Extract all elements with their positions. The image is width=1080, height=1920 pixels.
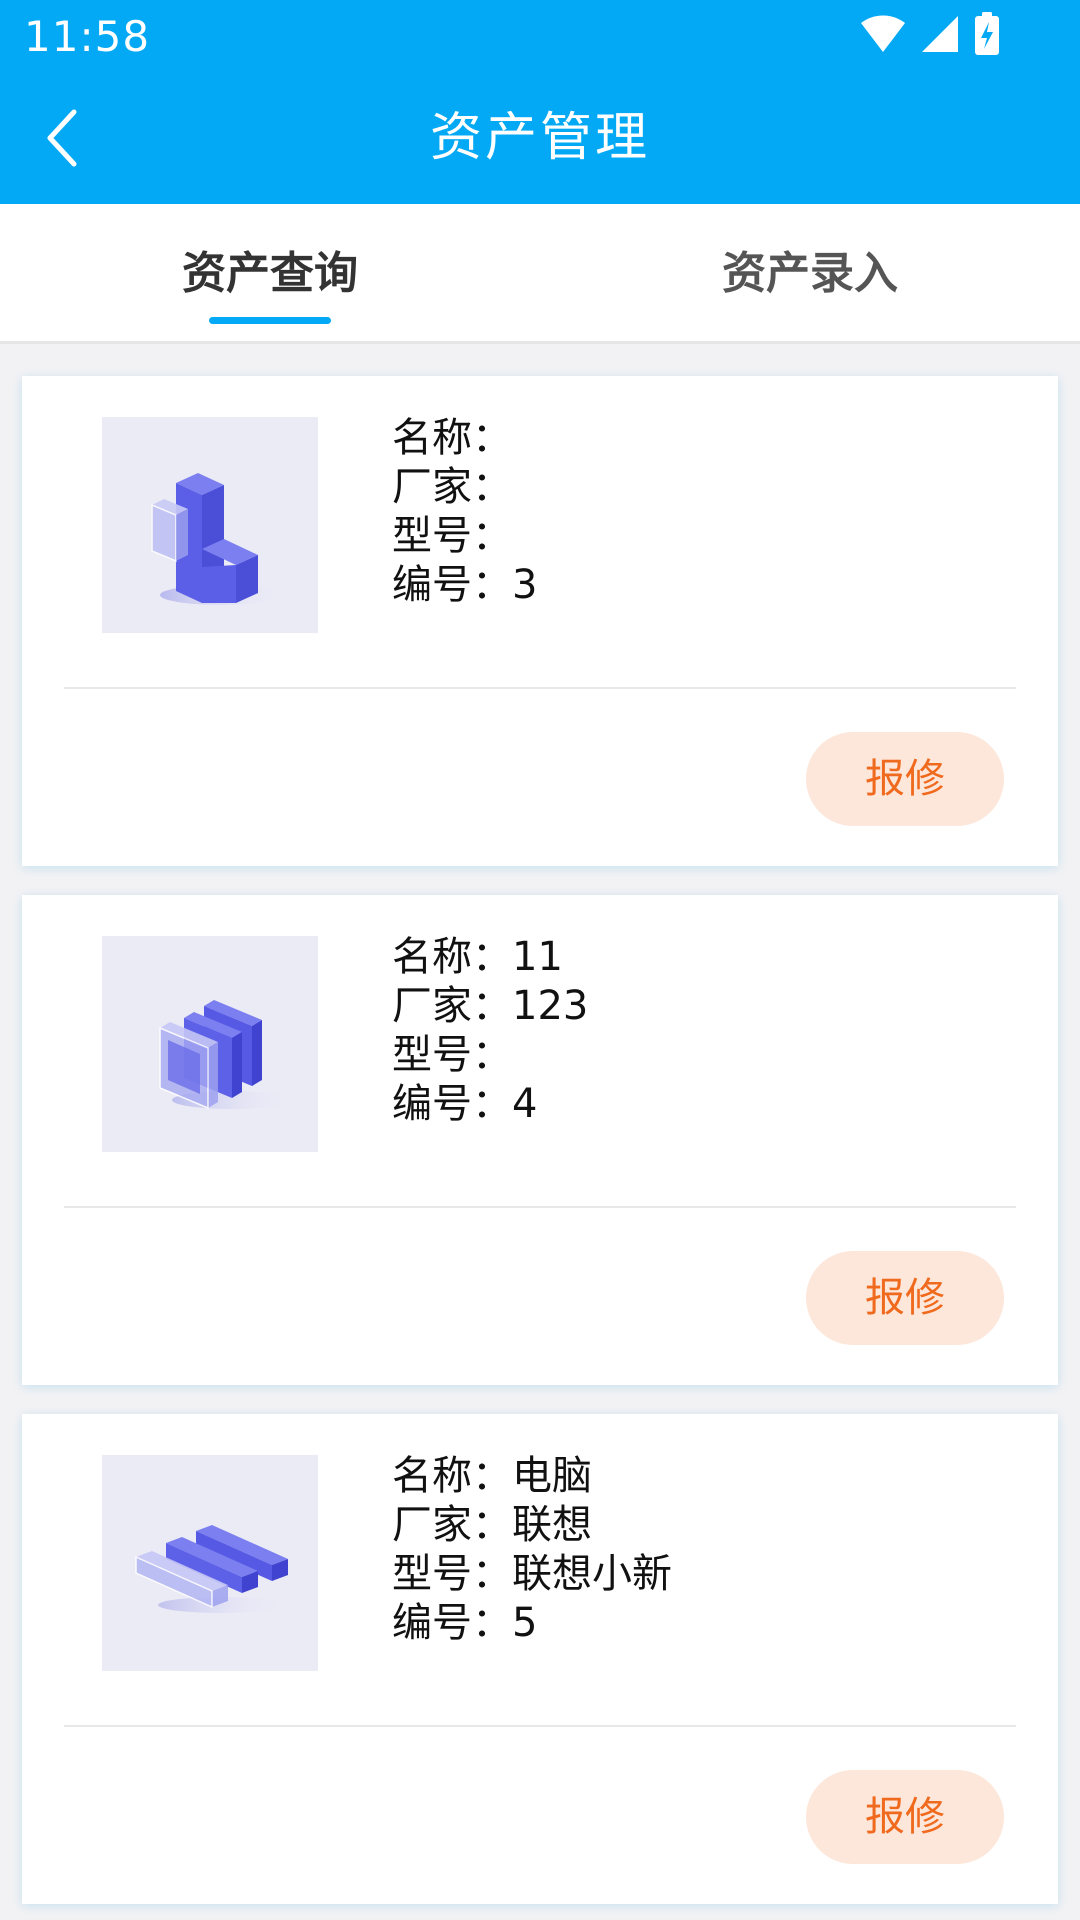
battery-charging-icon	[974, 12, 1000, 60]
asset-number-label: 编号：	[392, 1600, 512, 1646]
asset-maker-value: 联想	[512, 1502, 592, 1548]
asset-info: 名称：电脑 厂家：联想 型号：联想小新 编号：5	[392, 1452, 672, 1648]
asset-number-label: 编号：	[392, 562, 512, 608]
asset-info: 名称： 厂家： 型号： 编号：3	[392, 414, 537, 610]
asset-model-row: 型号：	[392, 512, 537, 561]
asset-model-label: 型号：	[392, 513, 512, 559]
tab-asset-entry[interactable]: 资产录入	[540, 204, 1080, 341]
abstract-3d-bars-icon	[102, 1455, 318, 1671]
asset-number-row: 编号：4	[392, 1080, 588, 1129]
asset-name-row: 名称：	[392, 414, 537, 463]
tab-bar: 资产查询 资产录入	[0, 204, 1080, 344]
asset-number-label: 编号：	[392, 1081, 512, 1127]
asset-name-row: 名称：11	[392, 933, 588, 982]
tab-label: 资产查询	[182, 248, 358, 299]
asset-maker-label: 厂家：	[392, 1502, 512, 1548]
divider	[64, 687, 1016, 689]
app-bar: 11:58 资产管理	[0, 0, 1080, 204]
divider	[64, 1725, 1016, 1727]
asset-model-row: 型号：联想小新	[392, 1550, 672, 1599]
asset-number-value: 5	[512, 1600, 538, 1646]
active-tab-indicator	[209, 317, 331, 324]
divider	[64, 1206, 1016, 1208]
repair-button[interactable]: 报修	[806, 1251, 1004, 1345]
tab-asset-query[interactable]: 资产查询	[0, 204, 540, 341]
asset-number-value: 3	[512, 562, 538, 608]
asset-maker-label: 厂家：	[392, 464, 512, 510]
abstract-3d-blocks-icon	[102, 417, 318, 633]
asset-name-value: 电脑	[512, 1453, 592, 1499]
cellular-signal-icon	[920, 14, 960, 58]
asset-name-value: 11	[512, 934, 563, 980]
asset-model-label: 型号：	[392, 1551, 512, 1597]
asset-model-row: 型号：	[392, 1031, 588, 1080]
asset-number-row: 编号：5	[392, 1599, 672, 1648]
asset-name-label: 名称：	[392, 415, 512, 461]
status-time: 11:58	[24, 12, 151, 61]
asset-card[interactable]: 名称：11 厂家：123 型号： 编号：4 报修	[22, 895, 1058, 1385]
asset-info: 名称：11 厂家：123 型号： 编号：4	[392, 933, 588, 1129]
asset-model-label: 型号：	[392, 1032, 512, 1078]
status-icons	[860, 12, 1000, 60]
asset-name-row: 名称：电脑	[392, 1452, 672, 1501]
asset-maker-row: 厂家：	[392, 463, 537, 512]
asset-name-label: 名称：	[392, 1453, 512, 1499]
asset-number-value: 4	[512, 1081, 538, 1127]
asset-maker-label: 厂家：	[392, 983, 512, 1029]
repair-button[interactable]: 报修	[806, 1770, 1004, 1864]
tab-label: 资产录入	[722, 248, 898, 299]
abstract-3d-panels-icon	[102, 936, 318, 1152]
asset-model-value: 联想小新	[512, 1551, 672, 1597]
asset-number-row: 编号：3	[392, 561, 537, 610]
asset-maker-row: 厂家：123	[392, 982, 588, 1031]
asset-name-label: 名称：	[392, 934, 512, 980]
asset-card[interactable]: 名称： 厂家： 型号： 编号：3 报修	[22, 376, 1058, 866]
asset-maker-value: 123	[512, 983, 589, 1029]
page-title: 资产管理	[429, 108, 650, 168]
repair-button[interactable]: 报修	[806, 732, 1004, 826]
asset-card[interactable]: 名称：电脑 厂家：联想 型号：联想小新 编号：5 报修	[22, 1414, 1058, 1904]
wifi-icon	[860, 14, 906, 58]
asset-maker-row: 厂家：联想	[392, 1501, 672, 1550]
